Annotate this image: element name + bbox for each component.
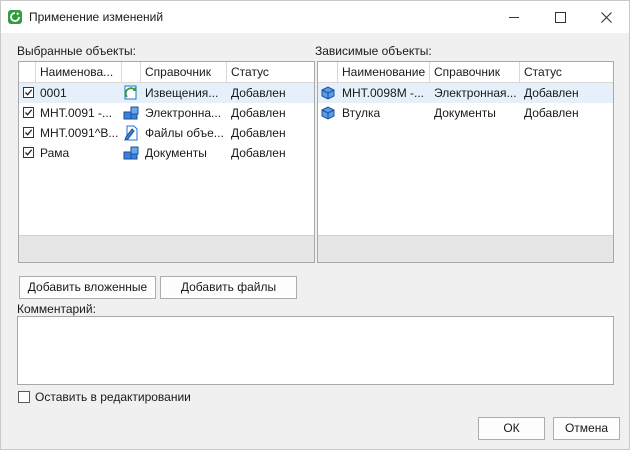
- row-name: МНТ.0091^В...: [40, 126, 119, 140]
- title-bar[interactable]: Применение изменений: [1, 1, 629, 33]
- dependent-objects-label: Зависимые объекты:: [315, 44, 432, 58]
- selected-objects-label: Выбранные объекты:: [17, 44, 136, 58]
- row-name: 0001: [40, 86, 67, 100]
- add-nested-button[interactable]: Добавить вложенные: [19, 276, 156, 299]
- table-row[interactable]: Рама Документы Добавлен: [19, 143, 314, 163]
- app-icon: [8, 10, 22, 24]
- document-icon: [123, 145, 139, 161]
- column-header-status[interactable]: Статус: [227, 62, 314, 82]
- notice-icon: [123, 85, 139, 101]
- column-header-name[interactable]: Наименование: [338, 62, 430, 82]
- maximize-button[interactable]: [537, 1, 583, 33]
- row-status: Добавлен: [524, 106, 579, 120]
- row-status: Добавлен: [231, 106, 286, 120]
- grid-header: Наименова... Справочник Статус: [19, 62, 314, 83]
- keep-editing-checkbox[interactable]: [18, 391, 30, 403]
- grid-footer: [318, 235, 613, 262]
- column-header-icon[interactable]: [122, 62, 141, 82]
- ok-button[interactable]: ОК: [478, 417, 545, 440]
- column-header-catalog[interactable]: Справочник: [430, 62, 520, 82]
- table-row[interactable]: МНТ.0098М -... Электронная... Добавлен: [318, 83, 613, 103]
- row-name: МНТ.0091 -...: [40, 106, 113, 120]
- row-status: Добавлен: [231, 126, 286, 140]
- column-header-icon[interactable]: [318, 62, 338, 82]
- column-header-name[interactable]: Наименова...: [36, 62, 122, 82]
- selected-objects-grid[interactable]: Наименова... Справочник Статус 0001 Изве…: [18, 61, 315, 263]
- cancel-button[interactable]: Отмена: [553, 417, 620, 440]
- close-icon: [600, 11, 612, 23]
- row-status: Добавлен: [231, 146, 286, 160]
- add-files-button[interactable]: Добавить файлы: [160, 276, 297, 299]
- row-checkbox[interactable]: [23, 127, 34, 138]
- row-catalog: Электронна...: [145, 106, 222, 120]
- row-catalog: Документы: [434, 106, 496, 120]
- row-name: Рама: [40, 146, 70, 160]
- row-catalog: Файлы объе...: [145, 126, 224, 140]
- part-icon: [320, 85, 336, 101]
- grid-footer: [19, 235, 314, 262]
- keep-editing-label[interactable]: Оставить в редактировании: [35, 390, 191, 404]
- row-name: Втулка: [342, 106, 381, 120]
- column-header-catalog[interactable]: Справочник: [141, 62, 227, 82]
- row-status: Добавлен: [231, 86, 286, 100]
- grid-header: Наименование Справочник Статус: [318, 62, 613, 83]
- column-header-status[interactable]: Статус: [520, 62, 613, 82]
- row-catalog: Электронная...: [434, 86, 517, 100]
- row-checkbox[interactable]: [23, 87, 34, 98]
- minimize-button[interactable]: [491, 1, 537, 33]
- file-object-icon: [123, 125, 139, 141]
- close-button[interactable]: [583, 1, 629, 33]
- electronic-structure-icon: [123, 105, 139, 121]
- maximize-icon: [554, 11, 566, 23]
- table-row[interactable]: Втулка Документы Добавлен: [318, 103, 613, 123]
- dialog-window: Применение изменений Выбранные объекты: …: [0, 0, 630, 450]
- row-catalog: Документы: [145, 146, 207, 160]
- row-status: Добавлен: [524, 86, 579, 100]
- table-row[interactable]: 0001 Извещения... Добавлен: [19, 83, 314, 103]
- row-checkbox[interactable]: [23, 107, 34, 118]
- row-catalog: Извещения...: [145, 86, 219, 100]
- minimize-icon: [509, 16, 519, 18]
- dependent-objects-grid[interactable]: Наименование Справочник Статус МНТ.0098М…: [317, 61, 614, 263]
- part-icon: [320, 105, 336, 121]
- comment-label: Комментарий:: [17, 302, 96, 316]
- table-row[interactable]: МНТ.0091^В... Файлы объе... Добавлен: [19, 123, 314, 143]
- window-title: Применение изменений: [29, 10, 164, 24]
- table-row[interactable]: МНТ.0091 -... Электронна... Добавлен: [19, 103, 314, 123]
- comment-field[interactable]: [17, 316, 614, 385]
- row-checkbox[interactable]: [23, 147, 34, 158]
- row-name: МНТ.0098М -...: [342, 86, 425, 100]
- column-header-check[interactable]: [19, 62, 36, 82]
